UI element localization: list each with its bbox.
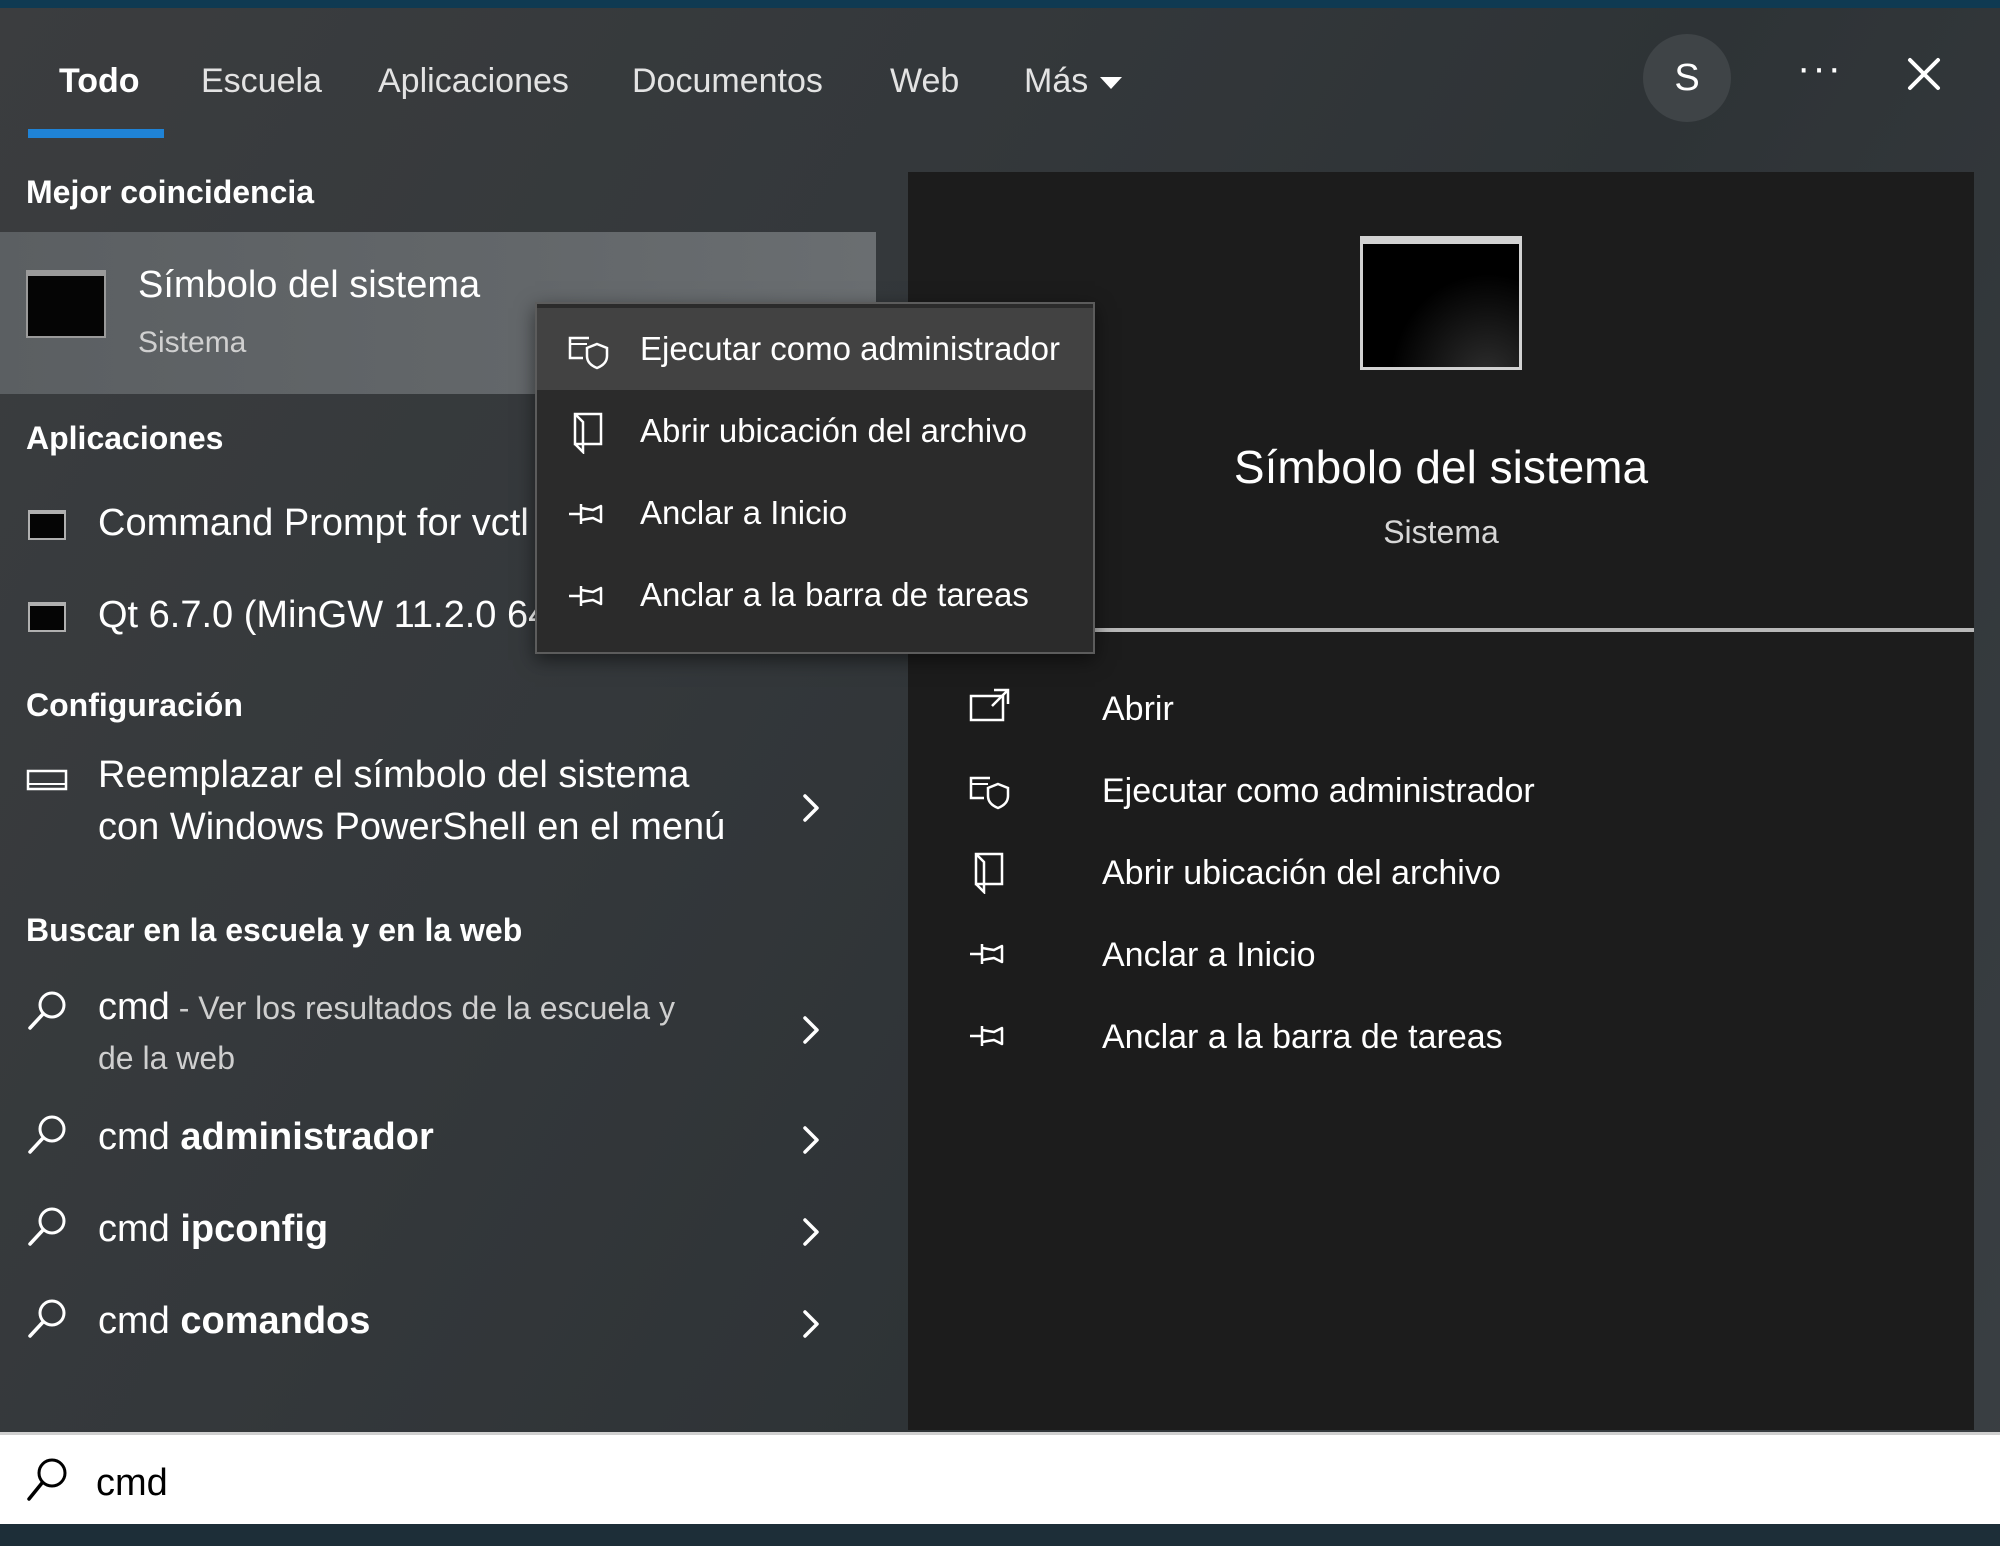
search-icon bbox=[27, 1458, 67, 1501]
tab-todo[interactable]: Todo bbox=[59, 56, 140, 106]
search-flyout: Todo Escuela Aplicaciones Documentos Web… bbox=[0, 8, 2000, 1530]
web-result-query: cmd bbox=[98, 1208, 181, 1250]
web-result-text: cmd - Ver los resultados de la escuela y bbox=[98, 986, 675, 1029]
web-result-text: cmd ipconfig bbox=[98, 1208, 328, 1251]
app-item-label: Command Prompt for vctl bbox=[98, 502, 529, 544]
ctx-pin-taskbar[interactable]: Anclar a la barra de tareas bbox=[537, 554, 1093, 636]
caret-down-icon bbox=[1100, 77, 1123, 90]
ctx-run-as-admin-label: Ejecutar como administrador bbox=[640, 330, 1061, 367]
ctx-pin-taskbar-label: Anclar a la barra de tareas bbox=[640, 576, 1029, 613]
action-open[interactable]: Abrir bbox=[968, 682, 1868, 742]
ctx-pin-start-label: Anclar a Inicio bbox=[640, 494, 848, 531]
ctx-pin-start[interactable]: Anclar a Inicio bbox=[537, 472, 1093, 554]
web-result-cmd-ipconfig[interactable]: cmd ipconfig bbox=[0, 1198, 876, 1270]
section-best-match: Mejor coincidencia bbox=[26, 174, 315, 210]
settings-item-line2: con Windows PowerShell en el menú bbox=[98, 806, 726, 848]
search-icon bbox=[28, 1207, 66, 1246]
section-web-search: Buscar en la escuela y en la web bbox=[26, 912, 523, 948]
pin-icon bbox=[970, 1026, 1004, 1046]
chevron-right-icon bbox=[803, 1016, 819, 1044]
action-pin-taskbar-label: Anclar a la barra de tareas bbox=[1102, 1018, 1503, 1056]
action-run-as-admin[interactable]: Ejecutar como administrador bbox=[968, 764, 1868, 824]
action-pin-taskbar[interactable]: Anclar a la barra de tareas bbox=[968, 1010, 1868, 1070]
chevron-right-icon bbox=[803, 1218, 819, 1246]
web-result-suggestion: administrador bbox=[180, 1116, 434, 1158]
web-result-cmd[interactable]: cmd - Ver los resultados de la escuela y… bbox=[0, 980, 876, 1092]
command-prompt-icon bbox=[28, 510, 66, 540]
folder-location-icon bbox=[974, 852, 1004, 894]
context-menu: Ejecutar como administrador Abrir ubicac… bbox=[535, 302, 1095, 654]
settings-item-line1: Reemplazar el símbolo del sistema bbox=[98, 754, 690, 796]
tab-aplicaciones[interactable]: Aplicaciones bbox=[378, 56, 569, 106]
search-input[interactable] bbox=[96, 1453, 1696, 1513]
tab-mas-label: Más bbox=[1024, 62, 1089, 100]
web-result-description: - Ver los resultados de la escuela y bbox=[169, 990, 675, 1026]
action-open-file-location[interactable]: Abrir ubicación del archivo bbox=[968, 846, 1868, 906]
chevron-right-icon bbox=[803, 1310, 819, 1338]
open-icon bbox=[969, 688, 1010, 722]
web-result-query: cmd bbox=[98, 1116, 181, 1158]
tab-documentos[interactable]: Documentos bbox=[632, 56, 823, 106]
best-match-title: Símbolo del sistema bbox=[138, 264, 481, 306]
search-icon bbox=[28, 1115, 66, 1154]
action-open-label: Abrir bbox=[1102, 690, 1174, 728]
folder-location-icon bbox=[573, 412, 603, 454]
shield-window-icon bbox=[568, 336, 609, 370]
web-result-suggestion: ipconfig bbox=[180, 1208, 329, 1250]
command-prompt-icon bbox=[26, 270, 106, 338]
pin-icon bbox=[569, 586, 603, 606]
taskbar-edge bbox=[0, 1524, 2000, 1546]
account-avatar[interactable]: S bbox=[1643, 34, 1731, 122]
ctx-run-as-admin[interactable]: Ejecutar como administrador bbox=[537, 308, 1093, 390]
close-icon[interactable] bbox=[1896, 46, 1952, 102]
search-icon bbox=[28, 991, 66, 1030]
web-result-description-line2: de la web bbox=[98, 1040, 235, 1076]
action-run-as-admin-label: Ejecutar como administrador bbox=[1102, 772, 1535, 810]
settings-item-replace-cmd[interactable]: Reemplazar el símbolo del sistema con Wi… bbox=[0, 754, 876, 864]
shield-window-icon bbox=[969, 776, 1010, 810]
window-top-border bbox=[0, 0, 2000, 8]
laptop-icon bbox=[26, 769, 68, 791]
command-prompt-icon bbox=[1360, 236, 1522, 370]
best-match-subtitle: Sistema bbox=[138, 326, 247, 359]
more-options-icon[interactable]: ··· bbox=[1792, 48, 1848, 104]
chevron-right-icon bbox=[803, 794, 819, 822]
web-result-suggestion: comandos bbox=[180, 1300, 371, 1342]
web-result-query: cmd bbox=[98, 986, 170, 1028]
pin-icon bbox=[970, 944, 1004, 964]
action-pin-start[interactable]: Anclar a Inicio bbox=[968, 928, 1868, 988]
search-icon bbox=[28, 1299, 66, 1338]
section-apps: Aplicaciones bbox=[26, 420, 224, 456]
filter-tab-bar: Todo Escuela Aplicaciones Documentos Web… bbox=[0, 8, 2000, 140]
chevron-right-icon bbox=[803, 1126, 819, 1154]
web-result-query: cmd bbox=[98, 1300, 181, 1342]
ctx-open-file-location[interactable]: Abrir ubicación del archivo bbox=[537, 390, 1093, 472]
search-box bbox=[0, 1432, 2000, 1530]
tab-escuela[interactable]: Escuela bbox=[201, 56, 322, 106]
action-pin-start-label: Anclar a Inicio bbox=[1102, 936, 1316, 974]
web-result-text: cmd comandos bbox=[98, 1300, 370, 1343]
active-tab-indicator bbox=[28, 129, 164, 138]
web-result-cmd-administrador[interactable]: cmd administrador bbox=[0, 1106, 876, 1178]
web-result-text: cmd administrador bbox=[98, 1116, 434, 1159]
tab-mas[interactable]: Más bbox=[1024, 56, 1123, 106]
command-prompt-icon bbox=[28, 602, 66, 632]
web-result-cmd-comandos[interactable]: cmd comandos bbox=[0, 1290, 876, 1362]
action-open-file-location-label: Abrir ubicación del archivo bbox=[1102, 854, 1501, 892]
ctx-open-file-location-label: Abrir ubicación del archivo bbox=[640, 412, 1028, 449]
tab-web[interactable]: Web bbox=[890, 56, 959, 106]
section-settings: Configuración bbox=[26, 687, 243, 723]
pin-icon bbox=[569, 504, 603, 524]
